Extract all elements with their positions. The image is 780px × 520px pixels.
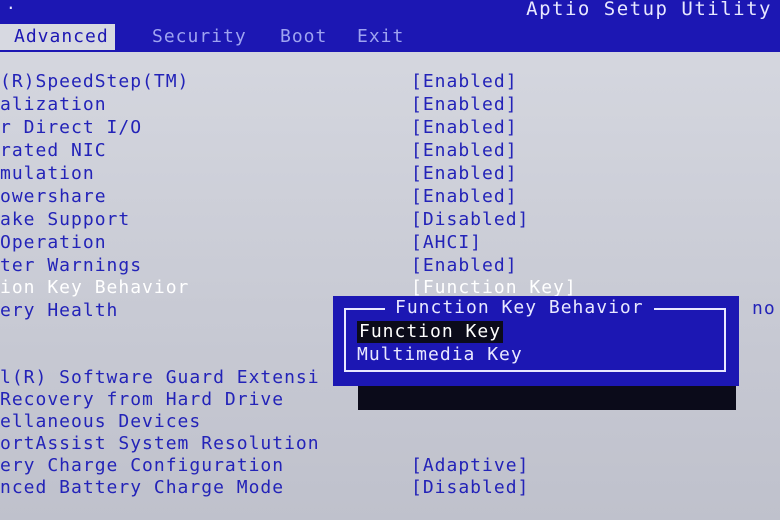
setting-label[interactable]: ery Charge Configuration [0,455,284,477]
header-bar: . Aptio Setup Utility Advanced Security … [0,0,780,52]
setting-label[interactable]: r Direct I/O [0,117,142,139]
app-title: Aptio Setup Utility [526,0,772,20]
setting-value[interactable]: [Enabled] [411,71,518,93]
setting-value[interactable]: [Enabled] [411,94,518,116]
option-popup: Function Key Behavior Function Key Multi… [333,296,739,386]
setting-value[interactable]: [Disabled] [411,477,529,499]
setting-label[interactable]: (R)SpeedStep(TM) [0,71,189,93]
setting-label[interactable]: Operation [0,232,107,254]
setting-label[interactable]: owershare [0,186,107,208]
setting-value[interactable]: [Enabled] [411,255,518,277]
tab-bar: Advanced Security Boot Exit [0,24,780,50]
setting-label[interactable]: l(R) Software Guard Extensi [0,367,320,389]
setting-value[interactable]: [Disabled] [411,209,529,231]
setting-label[interactable]: ortAssist System Resolution [0,433,320,455]
setting-label-selected[interactable]: ion Key Behavior [0,277,189,299]
tab-boot[interactable]: Boot [280,24,327,50]
corner-mark: . [6,0,16,13]
tab-advanced[interactable]: Advanced [0,24,115,50]
setting-value[interactable]: [Enabled] [411,117,518,139]
setting-label[interactable]: ake Support [0,209,130,231]
setting-label[interactable]: ellaneous Devices [0,411,201,433]
popup-option-multimedia-key[interactable]: Multimedia Key [357,344,523,366]
setting-label[interactable]: mulation [0,163,95,185]
setting-label[interactable]: ery Health [0,300,118,322]
tab-exit[interactable]: Exit [357,24,404,50]
setting-value[interactable]: [AHCI] [411,232,482,254]
help-panel-fragment: no [752,298,776,319]
setting-value[interactable]: [Enabled] [411,186,518,208]
setting-label[interactable]: Recovery from Hard Drive [0,389,284,411]
setting-label[interactable]: rated NIC [0,140,107,162]
setting-value[interactable]: [Enabled] [411,163,518,185]
popup-option-function-key[interactable]: Function Key [357,321,504,343]
setting-value[interactable]: [Adaptive] [411,455,529,477]
popup-shadow [358,384,736,410]
setting-label[interactable]: alization [0,94,107,116]
tab-security[interactable]: Security [152,24,247,50]
setting-value[interactable]: [Enabled] [411,140,518,162]
setting-label[interactable]: nced Battery Charge Mode [0,477,284,499]
popup-title: Function Key Behavior [385,296,654,320]
setting-label[interactable]: ter Warnings [0,255,142,277]
bios-screen: . Aptio Setup Utility Advanced Security … [0,0,780,520]
